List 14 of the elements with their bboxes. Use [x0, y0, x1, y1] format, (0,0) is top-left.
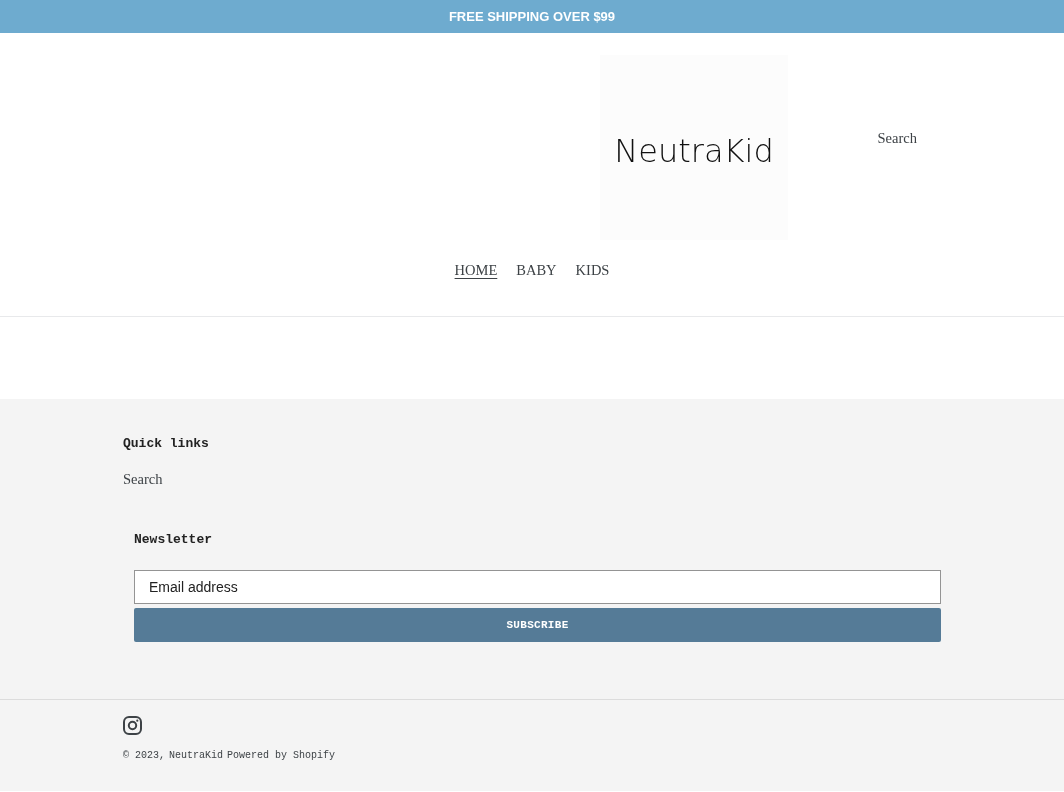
powered-by-link[interactable]: Powered by Shopify	[227, 749, 336, 763]
email-field[interactable]: Email address	[134, 570, 941, 604]
nav-link[interactable]: HOME	[454, 260, 498, 280]
store-link[interactable]: NeutraKid	[169, 749, 224, 763]
announcement-text: FREE SHIPPING OVER $99	[448, 8, 616, 25]
footer-heading: Quick links	[123, 435, 209, 453]
search-link[interactable]: Search	[877, 129, 917, 147]
footer-heading: Newsletter	[134, 531, 212, 549]
instagram-icon[interactable]	[123, 716, 142, 735]
subscribe-button[interactable]: SUBSCRIBE	[134, 608, 941, 642]
copyright-text: © 2023,	[123, 749, 165, 763]
nav-link[interactable]: BABY	[516, 260, 557, 280]
nav-link[interactable]: KIDS	[575, 260, 610, 280]
footer-link[interactable]: Search	[123, 469, 163, 489]
